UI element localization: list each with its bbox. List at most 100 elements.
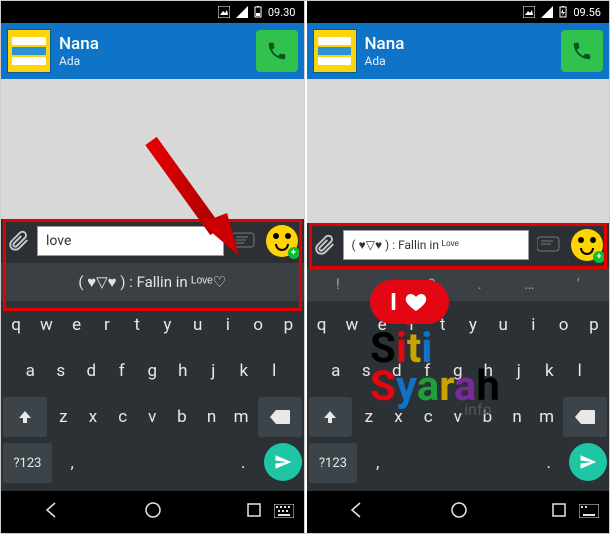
key-h[interactable]: h	[170, 351, 197, 391]
key-a[interactable]: a	[17, 351, 44, 391]
home-button[interactable]	[450, 501, 468, 523]
send-button[interactable]	[569, 443, 607, 481]
key-u[interactable]: u	[185, 305, 211, 345]
key-y[interactable]: y	[460, 305, 486, 345]
suggestion-punct[interactable]: '	[577, 275, 580, 293]
back-button[interactable]	[43, 501, 61, 523]
suggestion-punct[interactable]: ,	[382, 275, 385, 293]
attachment-button[interactable]	[7, 229, 31, 253]
emoji-button[interactable]: +	[571, 229, 603, 261]
suggestion-punct[interactable]: .	[478, 275, 482, 293]
key-n[interactable]: n	[504, 397, 530, 437]
suggestion-bar[interactable]: ( ♥▽♥ ) : Fallin in ᴸᵒᵛᵉ♡	[1, 263, 304, 301]
suggestion-punct[interactable]: !	[336, 275, 340, 293]
key-e[interactable]: e	[64, 305, 90, 345]
comma-key[interactable]: ,	[361, 443, 394, 483]
space-key[interactable]	[398, 443, 528, 483]
key-g[interactable]: g	[139, 351, 166, 391]
key-p[interactable]: p	[581, 305, 607, 345]
period-key[interactable]: .	[532, 443, 565, 483]
key-m[interactable]: m	[534, 397, 560, 437]
key-y[interactable]: y	[154, 305, 180, 345]
key-k[interactable]: k	[231, 351, 258, 391]
contact-info[interactable]: Nana Ada	[365, 34, 554, 68]
suggestion-punct[interactable]: …	[524, 275, 534, 293]
keyboard-switch-button[interactable]	[274, 503, 294, 522]
key-x[interactable]: x	[386, 397, 412, 437]
home-button[interactable]	[144, 501, 162, 523]
key-z[interactable]: z	[51, 397, 77, 437]
contact-avatar[interactable]	[313, 29, 357, 73]
symbols-key[interactable]: ?123	[3, 443, 52, 483]
backspace-key[interactable]	[563, 397, 607, 437]
key-j[interactable]: j	[506, 351, 533, 391]
contact-info[interactable]: Nana Ada	[59, 34, 248, 68]
navigation-bar	[1, 491, 304, 533]
key-d[interactable]: d	[384, 351, 411, 391]
key-w[interactable]: w	[33, 305, 59, 345]
key-c[interactable]: c	[110, 397, 136, 437]
key-j[interactable]: j	[200, 351, 227, 391]
key-e[interactable]: e	[369, 305, 395, 345]
key-l[interactable]: l	[567, 351, 594, 391]
phone-screenshot-right: 09.56 Nana Ada ( ♥▽♥ ) : Fallin in ᴸᵒᵛᵉ …	[307, 1, 610, 533]
comma-key[interactable]: ,	[56, 443, 89, 483]
quick-reply-icon[interactable]	[230, 229, 260, 253]
key-i[interactable]: i	[215, 305, 241, 345]
key-x[interactable]: x	[80, 397, 106, 437]
key-z[interactable]: z	[356, 397, 382, 437]
key-h[interactable]: h	[475, 351, 502, 391]
backspace-key[interactable]	[258, 397, 302, 437]
key-v[interactable]: v	[445, 397, 471, 437]
key-b[interactable]: b	[169, 397, 195, 437]
key-b[interactable]: b	[475, 397, 501, 437]
keyboard-switch-button[interactable]	[579, 503, 599, 522]
message-input[interactable]: love	[37, 226, 224, 256]
call-button[interactable]	[256, 30, 298, 72]
recent-button[interactable]	[551, 502, 567, 522]
message-input[interactable]: ( ♥▽♥ ) : Fallin in ᴸᵒᵛᵉ	[343, 230, 530, 260]
symbols-key[interactable]: ?123	[309, 443, 358, 483]
key-n[interactable]: n	[199, 397, 225, 437]
recent-button[interactable]	[246, 502, 262, 522]
send-button[interactable]	[264, 443, 302, 481]
key-a[interactable]: a	[323, 351, 350, 391]
key-f[interactable]: f	[109, 351, 136, 391]
key-o[interactable]: o	[245, 305, 271, 345]
key-g[interactable]: g	[445, 351, 472, 391]
key-p[interactable]: p	[275, 305, 301, 345]
key-q[interactable]: q	[309, 305, 335, 345]
key-t[interactable]: t	[124, 305, 150, 345]
contact-avatar[interactable]	[7, 29, 51, 73]
key-w[interactable]: w	[339, 305, 365, 345]
key-u[interactable]: u	[490, 305, 516, 345]
period-key[interactable]: .	[227, 443, 260, 483]
key-l[interactable]: l	[261, 351, 288, 391]
attachment-button[interactable]	[313, 233, 337, 257]
quick-reply-icon[interactable]	[535, 233, 565, 257]
key-d[interactable]: d	[78, 351, 105, 391]
chat-area[interactable]	[307, 79, 610, 223]
key-m[interactable]: m	[228, 397, 254, 437]
key-q[interactable]: q	[3, 305, 29, 345]
key-s[interactable]: s	[48, 351, 75, 391]
key-o[interactable]: o	[551, 305, 577, 345]
key-r[interactable]: r	[399, 305, 425, 345]
key-f[interactable]: f	[414, 351, 441, 391]
shift-key[interactable]	[3, 397, 47, 437]
key-i[interactable]: i	[520, 305, 546, 345]
key-r[interactable]: r	[94, 305, 120, 345]
suggestion-punct[interactable]: ?	[428, 275, 435, 293]
emoji-button[interactable]: +	[266, 225, 298, 257]
key-t[interactable]: t	[430, 305, 456, 345]
shift-key[interactable]	[309, 397, 353, 437]
back-button[interactable]	[348, 501, 366, 523]
space-key[interactable]	[93, 443, 223, 483]
key-c[interactable]: c	[415, 397, 441, 437]
key-s[interactable]: s	[353, 351, 380, 391]
key-k[interactable]: k	[536, 351, 563, 391]
call-button[interactable]	[561, 30, 603, 72]
key-row-3: zxcvbnm	[3, 397, 302, 437]
chat-area[interactable]	[1, 79, 304, 219]
key-v[interactable]: v	[139, 397, 165, 437]
